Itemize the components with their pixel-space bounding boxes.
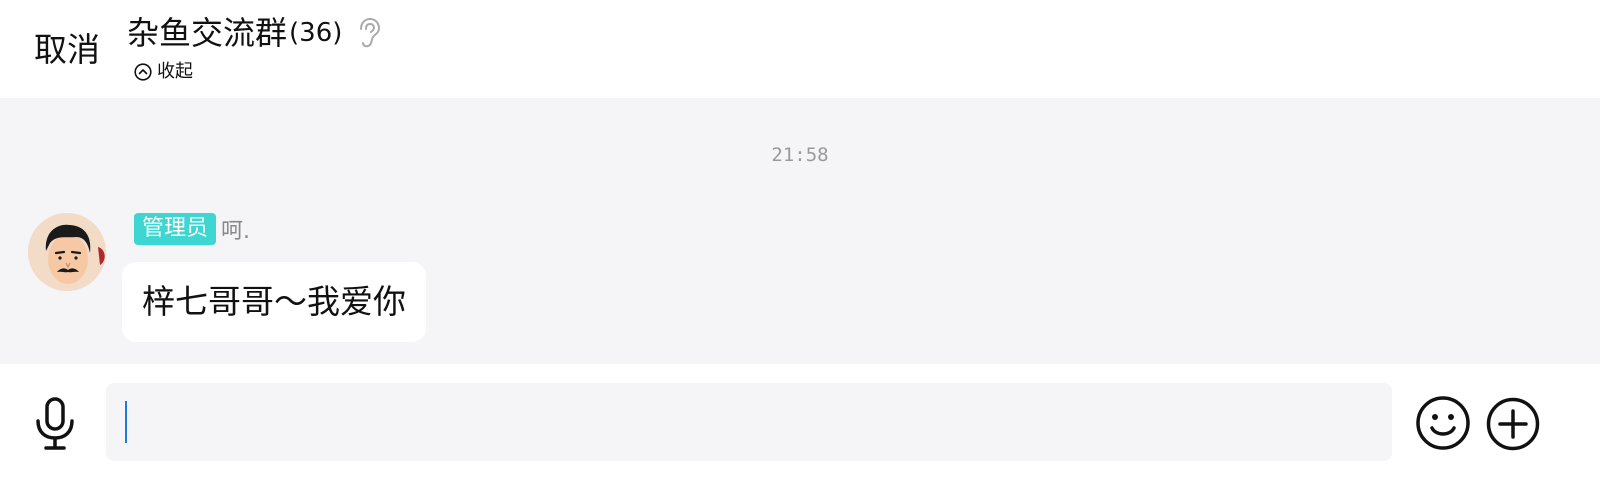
cancel-button[interactable]: 取消	[34, 30, 100, 70]
message-bubble[interactable]: 梓七哥哥～我爱你	[122, 262, 426, 342]
group-name: 杂鱼交流群	[127, 14, 288, 52]
group-title-area: 杂鱼交流群 (36)	[127, 12, 382, 54]
microphone-icon[interactable]	[34, 397, 76, 451]
sender-name[interactable]: 呵.	[221, 213, 250, 245]
message-list[interactable]: 21:58 管理员 呵. 梓七哥哥～我爱你	[0, 98, 1600, 364]
text-caret	[125, 401, 127, 443]
ear-icon[interactable]	[356, 17, 382, 49]
chevron-up-circle-icon	[134, 63, 152, 81]
input-bar	[0, 364, 1600, 491]
message-input[interactable]	[106, 383, 1392, 461]
message-timestamp: 21:58	[771, 144, 829, 166]
sender-meta: 管理员 呵.	[134, 213, 250, 245]
member-count: (36)	[289, 18, 343, 48]
collapse-label: 收起	[157, 61, 193, 82]
smiley-icon[interactable]	[1415, 395, 1471, 451]
avatar[interactable]	[28, 213, 106, 291]
title-row: 杂鱼交流群 (36)	[127, 12, 382, 54]
collapse-button[interactable]: 收起	[134, 60, 193, 84]
admin-badge: 管理员	[134, 213, 217, 245]
header: 取消 杂鱼交流群 (36) 收起	[0, 0, 1600, 98]
chat-window: 取消 杂鱼交流群 (36) 收起 21:58 管理员 呵. 梓七哥哥～我爱你	[0, 0, 1600, 491]
plus-circle-icon[interactable]	[1486, 397, 1540, 451]
